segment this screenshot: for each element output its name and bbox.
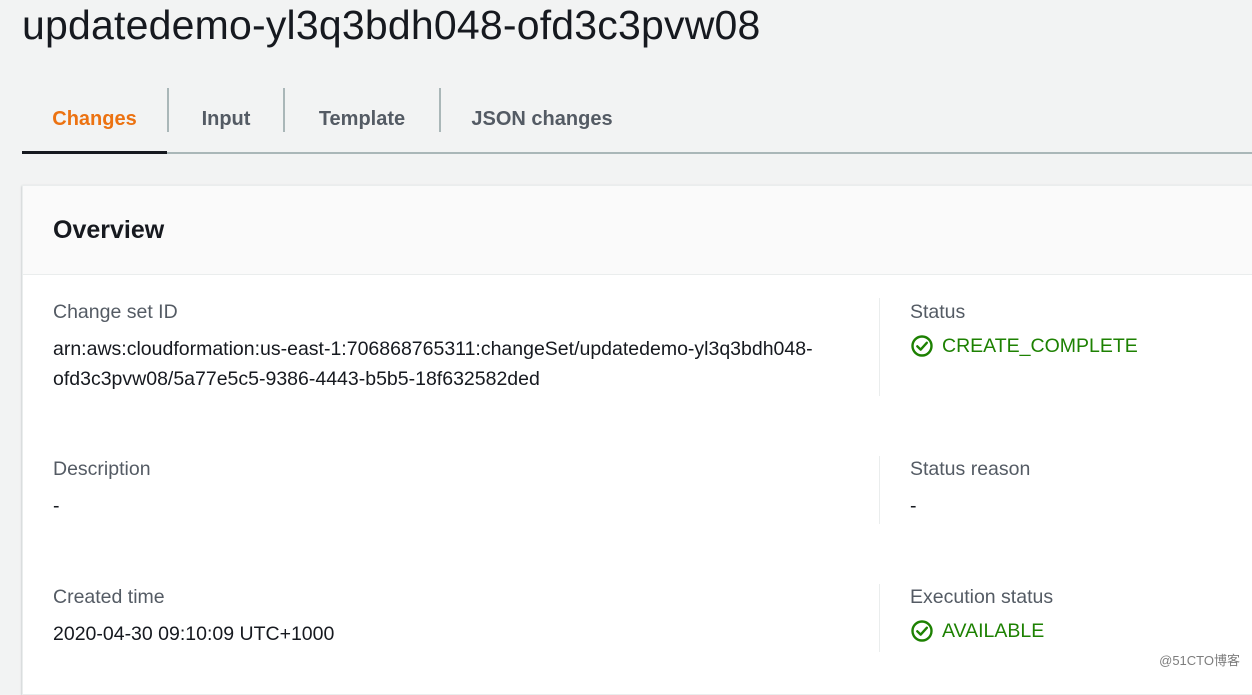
change-set-id-value: arn:aws:cloudformation:us-east-1:7068687… <box>53 338 813 390</box>
execution-status-label: Execution status <box>910 586 1054 608</box>
change-set-id-field: Change set ID arn:aws:cloudformation:us-… <box>53 301 813 394</box>
created-time-label: Created time <box>53 586 165 608</box>
description-value: - <box>53 495 60 517</box>
column-divider <box>879 456 880 524</box>
status-reason-field: Status reason - <box>910 458 1030 521</box>
description-field: Description - <box>53 458 151 521</box>
status-text: CREATE_COMPLETE <box>942 334 1138 357</box>
page-title: updatedemo-yl3q3bdh048-ofd3c3pvw08 <box>22 2 761 48</box>
status-field: Status CREATE_COMPLETE <box>910 301 1138 358</box>
description-label: Description <box>53 458 151 480</box>
created-time-value: 2020-04-30 09:10:09 UTC+1000 <box>53 623 335 645</box>
check-circle-icon <box>911 620 933 642</box>
overview-panel: Overview Change set ID arn:aws:cloudform… <box>22 185 1252 695</box>
tab-changes[interactable]: Changes <box>22 86 167 154</box>
check-circle-icon <box>911 335 933 357</box>
execution-status-text: AVAILABLE <box>942 619 1045 642</box>
tab-bar: Changes Input Template JSON changes <box>22 86 1252 154</box>
tab-json-changes[interactable]: JSON changes <box>441 86 643 152</box>
tab-input[interactable]: Input <box>169 86 283 152</box>
watermark: @51CTO博客 <box>1159 653 1240 668</box>
execution-status-value: AVAILABLE <box>910 619 1053 643</box>
column-divider <box>879 584 880 652</box>
status-reason-label: Status reason <box>910 458 1031 480</box>
status-reason-value: - <box>910 495 917 517</box>
execution-status-field: Execution status AVAILABLE <box>910 586 1053 643</box>
change-set-id-label: Change set ID <box>53 301 178 323</box>
tab-template[interactable]: Template <box>285 86 439 152</box>
column-divider <box>879 298 880 396</box>
created-time-field: Created time 2020-04-30 09:10:09 UTC+100… <box>53 586 334 649</box>
overview-header: Overview <box>23 186 1252 275</box>
status-label: Status <box>910 301 966 323</box>
status-value: CREATE_COMPLETE <box>910 334 1138 358</box>
